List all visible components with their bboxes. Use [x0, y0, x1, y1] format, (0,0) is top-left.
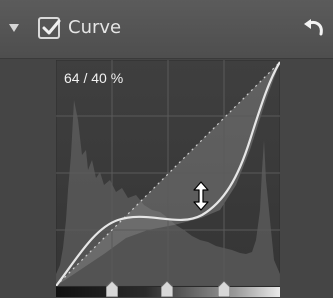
curve-graph: [55, 59, 281, 287]
vertical-resize-cursor-icon: [193, 181, 209, 211]
enable-curve-checkbox[interactable]: [38, 17, 61, 39]
midtones-slider-handle[interactable]: [161, 281, 173, 297]
curve-readout: 64 / 40 %: [64, 70, 124, 86]
panel-title: Curve: [68, 17, 122, 38]
shadows-slider-handle[interactable]: [106, 281, 118, 297]
highlights-slider-handle[interactable]: [218, 281, 230, 297]
panel-header: Curve: [0, 0, 333, 59]
curve-panel: Curve 64 / 40 %: [0, 0, 333, 298]
triangle-down-icon[interactable]: [8, 22, 20, 34]
curve-editor[interactable]: 64 / 40 %: [55, 59, 281, 287]
check-icon: [42, 19, 61, 35]
undo-arrow-icon[interactable]: [301, 16, 327, 42]
